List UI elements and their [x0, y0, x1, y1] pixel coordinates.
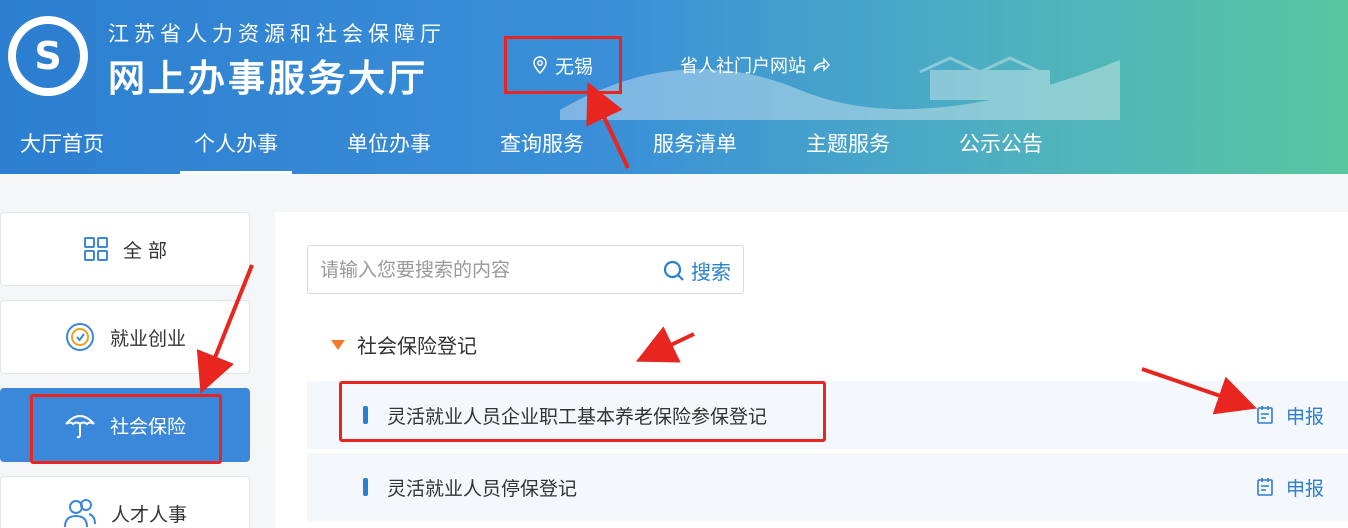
apply-button[interactable]: 申报	[1256, 474, 1324, 501]
logo-glyph: S	[16, 24, 80, 88]
nav-announcements[interactable]: 公示公告	[959, 120, 1043, 174]
list-marker	[363, 406, 368, 424]
list-item-title[interactable]: 灵活就业人员企业职工基本养老保险参保登记	[387, 402, 767, 429]
search-box: 搜索	[307, 245, 744, 294]
nav-unit[interactable]: 单位办事	[347, 120, 431, 174]
apply-label: 申报	[1285, 477, 1324, 500]
header-decoration	[560, 56, 1120, 120]
map-pin-icon	[533, 56, 547, 74]
site-name: 网上办事服务大厅	[108, 57, 428, 100]
form-icon	[1257, 406, 1273, 424]
form-icon	[1257, 478, 1273, 496]
org-name: 江苏省人力资源和社会保障厅	[108, 22, 446, 46]
sidebar-item-label: 社会保险	[109, 415, 186, 438]
sidebar-item-label: 全 部	[122, 239, 168, 262]
site-logo[interactable]: S	[8, 16, 88, 96]
list-item-title[interactable]: 灵活就业人员停保登记	[387, 474, 577, 501]
sidebar-item-talent[interactable]: 人才人事	[0, 476, 250, 528]
sidebar-item-all[interactable]: 全 部	[0, 212, 250, 286]
badge-icon	[64, 321, 96, 353]
grid-icon	[83, 236, 109, 262]
section-title: 社会保险登记	[357, 334, 477, 358]
list-marker	[363, 478, 368, 496]
portal-link-label: 省人社门户网站	[680, 56, 806, 77]
nav-personal[interactable]: 个人办事	[180, 120, 292, 174]
sidebar-item-label: 人才人事	[110, 503, 187, 526]
list-item[interactable]: 灵活就业人员企业职工基本养老保险参保登记 申报	[307, 381, 1348, 449]
umbrella-icon	[64, 410, 96, 440]
sidebar-item-employment[interactable]: 就业创业	[0, 300, 250, 374]
list-item[interactable]: 灵活就业人员停保登记 申报	[307, 453, 1348, 521]
share-icon	[813, 57, 830, 72]
apply-label: 申报	[1285, 405, 1324, 428]
nav-home[interactable]: 大厅首页	[20, 120, 104, 174]
people-icon	[63, 497, 97, 528]
expand-triangle-icon	[331, 339, 345, 350]
section-header[interactable]: 社会保险登记	[331, 330, 477, 359]
search-button[interactable]: 搜索	[663, 256, 731, 285]
location-selector[interactable]: 无锡	[504, 36, 622, 94]
nav-service-list[interactable]: 服务清单	[653, 120, 737, 174]
location-label: 无锡	[554, 55, 593, 78]
search-button-label: 搜索	[691, 260, 731, 284]
sidebar-item-social-insurance[interactable]: 社会保险	[0, 388, 250, 462]
search-input[interactable]	[320, 256, 620, 284]
apply-button[interactable]: 申报	[1256, 402, 1324, 429]
sidebar-item-label: 就业创业	[109, 327, 186, 350]
portal-link[interactable]: 省人社门户网站	[680, 52, 830, 78]
search-icon	[663, 260, 684, 281]
nav-theme[interactable]: 主题服务	[806, 120, 890, 174]
nav-query[interactable]: 查询服务	[500, 120, 584, 174]
